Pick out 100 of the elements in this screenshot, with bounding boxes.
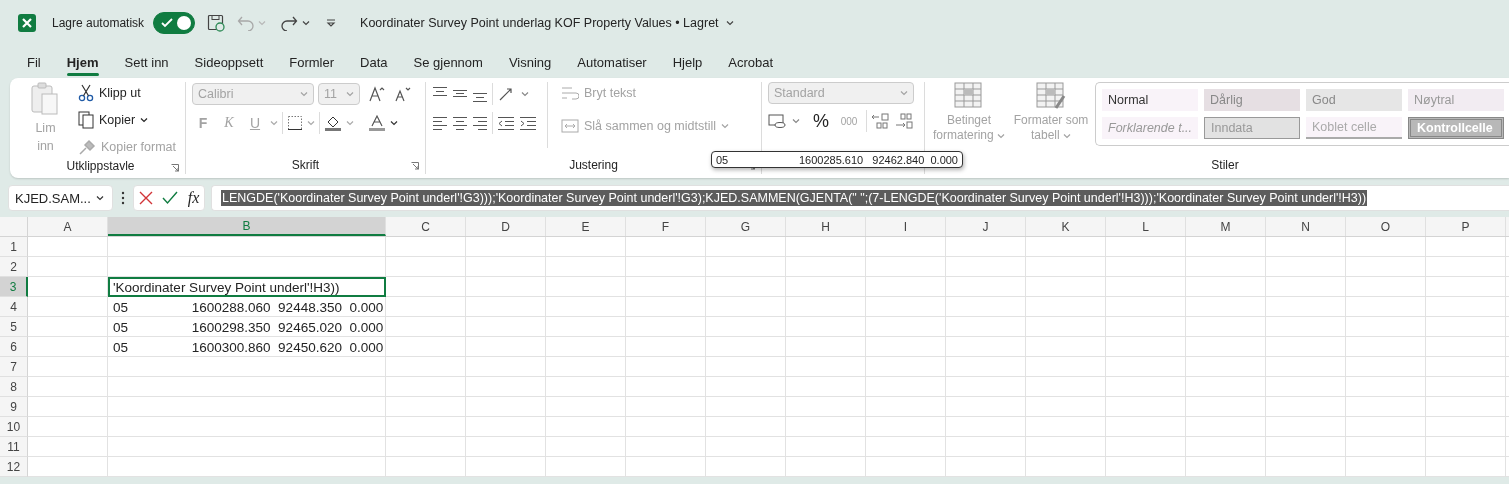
save-icon[interactable] bbox=[207, 14, 226, 32]
table-brush-icon bbox=[1036, 82, 1066, 110]
column-header[interactable]: F bbox=[626, 217, 706, 236]
row-header[interactable]: 11 bbox=[0, 437, 28, 457]
caret-icon bbox=[307, 120, 315, 126]
column-header[interactable]: I bbox=[866, 217, 946, 236]
menu-tab[interactable]: Hjem bbox=[53, 50, 112, 74]
table-cell[interactable]: 05 1600298.350 92465.020 0.000 bbox=[108, 317, 386, 337]
decrease-decimal-icon[interactable] bbox=[895, 112, 915, 130]
column-header[interactable]: E bbox=[546, 217, 626, 236]
fill-color-icon[interactable] bbox=[324, 114, 342, 132]
table-cell[interactable]: 'Koordinater Survey Point underl'!H3)) bbox=[108, 277, 386, 297]
more-options-icon[interactable] bbox=[121, 191, 125, 205]
menu-tab[interactable]: Sett inn bbox=[111, 50, 182, 74]
table-cell[interactable]: 05 1600288.060 92448.350 0.000 bbox=[108, 297, 386, 317]
dialog-launcher-icon[interactable] bbox=[411, 162, 419, 170]
font-color-icon[interactable] bbox=[368, 114, 386, 132]
column-header[interactable]: G bbox=[706, 217, 786, 236]
table-cell[interactable]: 05 1600300.860 92450.620 0.000 bbox=[108, 337, 386, 357]
column-header[interactable]: M bbox=[1186, 217, 1266, 236]
group-label: Stiler bbox=[1211, 158, 1239, 172]
row-header[interactable]: 10 bbox=[0, 417, 28, 437]
check-icon[interactable] bbox=[162, 191, 179, 205]
column-header[interactable]: N bbox=[1266, 217, 1346, 236]
name-box[interactable]: KJED.SAM... bbox=[8, 185, 113, 211]
merge-cells-icon bbox=[561, 118, 579, 134]
menu-tab[interactable]: Sideoppsett bbox=[181, 50, 277, 74]
row-header[interactable]: 8 bbox=[0, 377, 28, 397]
caret-icon bbox=[1063, 134, 1071, 139]
column-header[interactable]: J bbox=[946, 217, 1026, 236]
menu-tab[interactable]: Fil bbox=[14, 50, 54, 74]
cell-value-tooltip: 05 1600285.610 92462.840 0.000 bbox=[711, 151, 963, 168]
menu-tab[interactable]: Acrobat bbox=[715, 50, 787, 74]
column-header[interactable]: K bbox=[1026, 217, 1106, 236]
caret-icon bbox=[900, 90, 908, 96]
document-title[interactable]: Koordinater Survey Point underlag KOF Property Values • Lagret bbox=[360, 16, 734, 30]
column-header[interactable]: C bbox=[386, 217, 466, 236]
caret-icon bbox=[721, 123, 729, 129]
row-header[interactable]: 3 bbox=[0, 277, 28, 297]
caret-icon bbox=[270, 120, 278, 126]
insert-function-button[interactable]: fx bbox=[187, 189, 200, 207]
align-left-icon[interactable] bbox=[432, 114, 448, 132]
menu-tab[interactable]: Se gjennom bbox=[400, 50, 496, 74]
increase-indent-icon[interactable] bbox=[519, 115, 537, 131]
caret-icon bbox=[346, 91, 354, 97]
row-header[interactable]: 5 bbox=[0, 317, 28, 337]
row-header[interactable]: 9 bbox=[0, 397, 28, 417]
menu-tab[interactable]: Automatiser bbox=[564, 50, 660, 74]
customize-icon[interactable] bbox=[326, 19, 337, 27]
shrink-font-icon[interactable] bbox=[394, 86, 412, 102]
copy-icon bbox=[77, 111, 94, 129]
menu-tab[interactable]: Visning bbox=[495, 50, 565, 74]
caret-icon bbox=[302, 20, 311, 26]
percent-button[interactable]: % bbox=[810, 110, 832, 132]
caret-icon bbox=[792, 118, 800, 124]
copy-button[interactable]: Kopier bbox=[74, 109, 179, 131]
row-header[interactable]: 1 bbox=[0, 237, 28, 257]
column-header[interactable]: H bbox=[786, 217, 866, 236]
selected-text: LENGDE('Koordinater Survey Point underl'!G3)));'Koordinater Survey Point underl'!G3);KJED.SAMMEN(GJENTA(" ";(7-LENGDE('Koordinater Survey Point underl'!H3)));'Koordinater Survey Point underl'!H3)) bbox=[221, 190, 1368, 206]
increase-decimal-icon[interactable] bbox=[871, 112, 891, 130]
grow-font-icon[interactable] bbox=[368, 86, 386, 102]
align-right-icon[interactable] bbox=[472, 114, 488, 132]
row-header[interactable]: 2 bbox=[0, 257, 28, 277]
conditional-formatting-icon bbox=[954, 82, 984, 110]
menu-tab[interactable]: Hjelp bbox=[659, 50, 716, 74]
menu-tab[interactable]: Data bbox=[347, 50, 401, 74]
caret-icon bbox=[997, 134, 1005, 139]
autosave-toggle[interactable] bbox=[153, 12, 196, 34]
cancel-icon[interactable] bbox=[138, 191, 153, 205]
formula-field[interactable]: LENGDE('Koordinater Survey Point underl'!G3)));'Koordinater Survey Point underl'!G3);KJED.SAMMEN(GJENTA(" ";(7-LENGDE('Koordinater Survey Point underl'!H3)));'Koordinater Survey Point underl'!H3)) bbox=[211, 185, 1509, 211]
column-header[interactable]: O bbox=[1346, 217, 1426, 236]
caret-icon bbox=[300, 91, 308, 97]
excel-logo-icon[interactable] bbox=[18, 14, 36, 32]
row-header[interactable]: 6 bbox=[0, 337, 28, 357]
borders-icon[interactable] bbox=[287, 115, 303, 131]
column-header[interactable]: B bbox=[108, 217, 386, 236]
column-header[interactable]: L bbox=[1106, 217, 1186, 236]
caret-icon bbox=[140, 117, 149, 123]
cut-button[interactable]: Klipp ut bbox=[74, 82, 179, 104]
caret-icon bbox=[346, 120, 354, 126]
column-header[interactable]: P bbox=[1426, 217, 1506, 236]
clipboard-icon bbox=[31, 82, 60, 116]
accounting-icon[interactable] bbox=[768, 113, 788, 129]
redo-icon[interactable] bbox=[280, 15, 299, 31]
caret-icon bbox=[390, 120, 398, 126]
check-icon bbox=[161, 18, 174, 28]
menu-tab[interactable]: Formler bbox=[276, 50, 348, 74]
align-center-icon[interactable] bbox=[452, 114, 468, 132]
caret-icon bbox=[96, 195, 104, 201]
cell-style-option[interactable]: Normal bbox=[1102, 89, 1198, 111]
autosave-label: Lagre automatisk bbox=[52, 16, 145, 30]
caret-icon bbox=[725, 20, 734, 26]
row-header[interactable]: 7 bbox=[0, 357, 28, 377]
decrease-indent-icon[interactable] bbox=[497, 115, 515, 131]
row-header[interactable]: 12 bbox=[0, 457, 28, 477]
dialog-launcher-icon[interactable] bbox=[171, 164, 179, 172]
row-header[interactable]: 4 bbox=[0, 297, 28, 317]
group-label: Skrift bbox=[291, 158, 320, 172]
column-header[interactable]: D bbox=[466, 217, 546, 236]
caret-icon bbox=[258, 20, 267, 26]
